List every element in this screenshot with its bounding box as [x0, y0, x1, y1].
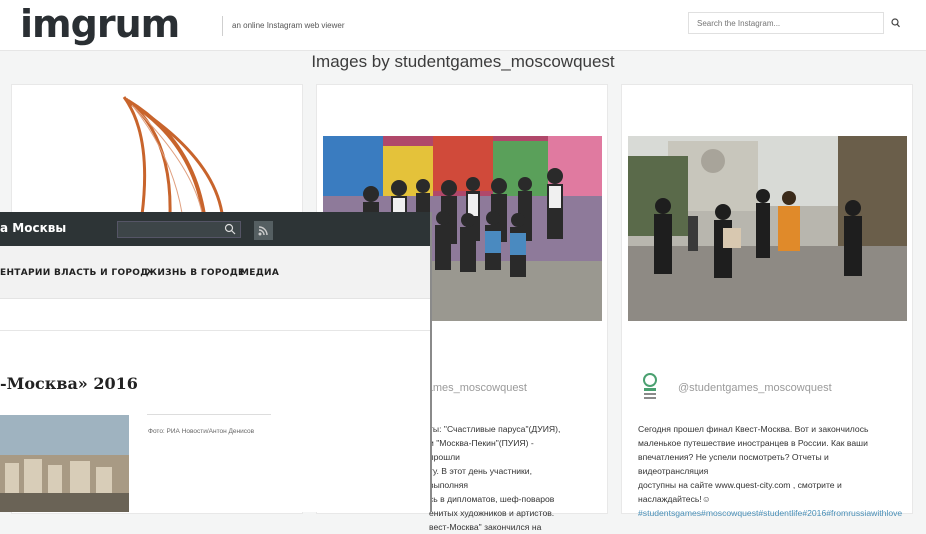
search-icon[interactable] [888, 14, 904, 32]
site-logo[interactable]: imgrum [20, 2, 180, 46]
photo-credit: Фото: РИА Новости/Антон Денисов [148, 428, 255, 435]
caption-line: маленькое путешествие иностранцев в Росс… [638, 438, 868, 448]
overlay-browser-window[interactable]: а Москвы ЕНТАРИИ ВЛАСТЬ И ГОРОД ЖИЗНЬ В … [0, 212, 432, 512]
overlay-nav-bar: ЕНТАРИИ ВЛАСТЬ И ГОРОД ЖИЗНЬ В ГОРОДЕ МЕ… [0, 246, 430, 299]
credit-divider [147, 414, 271, 415]
caption-line: впечатления? Не успели посмотреть? Отчет… [638, 452, 829, 476]
caption-line: ту. В этот день участники, выполняя [429, 466, 532, 490]
caption-line: енитых художников и артистов. [429, 508, 555, 518]
page-title: Images by studentgames_moscowquest [311, 52, 615, 71]
walking-people-photo[interactable] [628, 136, 907, 321]
rss-icon[interactable] [254, 221, 273, 240]
caption-line: сь в дипломатов, шеф-поваров [429, 494, 555, 504]
nav-item-city-life[interactable]: ЖИЗНЬ В ГОРОДЕ [146, 268, 244, 278]
overlay-header: а Москвы [0, 212, 430, 246]
sail-logo-image[interactable] [112, 95, 232, 215]
nav-item-power-and-city[interactable]: ВЛАСТЬ И ГОРОД [54, 268, 149, 278]
overlay-search-input[interactable] [117, 221, 241, 238]
user-avatar[interactable] [638, 370, 662, 404]
search-icon[interactable] [224, 223, 236, 235]
top-bar: imgrum an online Instagram web viewer [0, 0, 926, 51]
caption-line: и "Москва-Пекин"(ПУИЯ) - прошли [429, 438, 534, 462]
caption-line: вест-Москва" закончился на [429, 522, 542, 532]
caption-line: наслаждайтесь!☺ [638, 494, 711, 504]
site-tagline: an online Instagram web viewer [232, 21, 345, 30]
header-divider [222, 16, 223, 36]
caption-line: ты: "Счастливые паруса"(ДУИЯ), [429, 424, 561, 434]
overlay-divider [0, 330, 430, 331]
card-caption: Сегодня прошел финал Квест-Москва. Вот и… [638, 422, 902, 520]
card-username[interactable]: @studentgames_moscowquest [678, 382, 832, 394]
nav-item-comments[interactable]: ЕНТАРИИ [0, 268, 51, 278]
article-title: -Москва» 2016 [0, 374, 138, 393]
caption-line: доступны на сайте www.quest-city.com , с… [638, 480, 842, 490]
caption-line: Сегодня прошел финал Квест-Москва. Вот и… [638, 424, 869, 434]
overlay-site-title[interactable]: а Москвы [0, 221, 66, 235]
image-card[interactable]: @studentgames_moscowquest Сегодня прошел… [621, 84, 913, 518]
article-cityscape-photo[interactable] [0, 415, 129, 512]
card-hashtags[interactable]: #studentsgames#moscowquest#studentlife#2… [638, 506, 902, 520]
search-input[interactable] [688, 12, 884, 34]
nav-item-media[interactable]: МЕДИА [240, 268, 279, 278]
